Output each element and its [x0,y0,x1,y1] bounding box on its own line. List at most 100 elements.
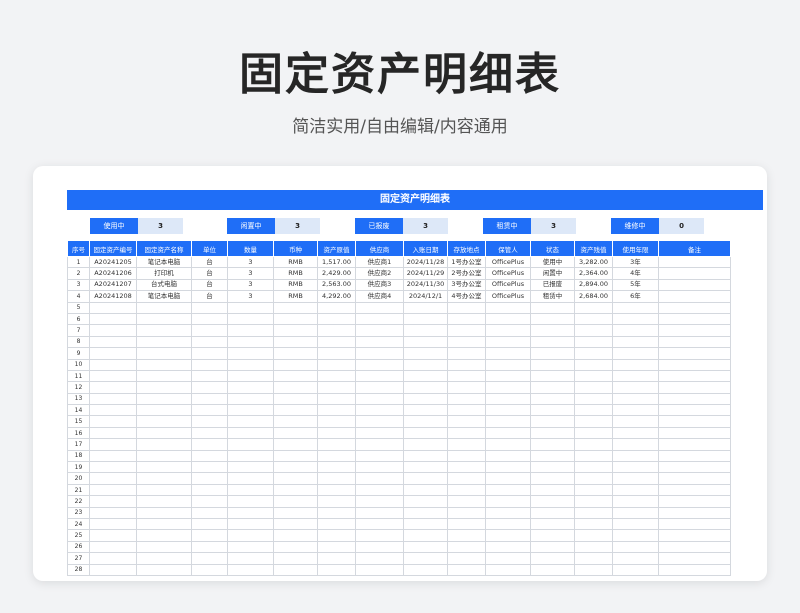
table-cell[interactable] [612,529,659,542]
table-cell[interactable] [136,449,192,463]
table-cell[interactable] [447,552,486,565]
table-row[interactable]: 27 [67,552,731,565]
table-cell[interactable] [191,404,228,417]
table-cell[interactable]: 闲置中 [530,267,575,280]
table-cell[interactable] [447,438,486,451]
table-cell[interactable] [89,449,137,463]
table-cell[interactable] [447,563,486,576]
table-cell[interactable]: OfficePlus [485,255,531,269]
table-cell[interactable] [273,312,318,326]
table-cell[interactable]: 18 [67,449,90,463]
table-cell[interactable] [317,312,356,326]
table-cell[interactable] [191,529,228,542]
table-cell[interactable] [317,404,356,417]
table-cell[interactable] [403,347,448,360]
table-cell[interactable] [227,415,274,428]
column-header[interactable]: 单位 [191,240,228,257]
table-cell[interactable] [136,540,192,554]
column-header[interactable]: 状态 [530,240,575,257]
table-cell[interactable] [485,540,531,554]
table-cell[interactable] [317,552,356,565]
table-cell[interactable] [485,552,531,565]
table-cell[interactable] [612,472,659,485]
table-cell[interactable] [89,381,137,394]
table-cell[interactable] [485,347,531,360]
table-cell[interactable]: RMB [273,255,318,269]
table-cell[interactable] [273,426,318,440]
table-cell[interactable] [355,347,404,360]
table-cell[interactable] [317,347,356,360]
table-cell[interactable]: 2024/11/30 [403,278,448,292]
table-cell[interactable] [89,438,137,451]
table-cell[interactable] [530,495,575,508]
table-cell[interactable] [227,381,274,394]
table-cell[interactable] [191,552,228,565]
table-cell[interactable] [658,495,731,508]
table-cell[interactable] [191,449,228,463]
table-cell[interactable]: 2,563.00 [317,278,356,292]
table-cell[interactable] [317,426,356,440]
table-cell[interactable] [574,449,613,463]
table-cell[interactable] [89,461,137,474]
column-header[interactable]: 固定资产编号 [89,240,137,257]
table-cell[interactable]: 8 [67,335,90,349]
table-cell[interactable] [403,358,448,371]
table-cell[interactable] [658,483,731,497]
table-cell[interactable]: 4号办公室 [447,290,486,303]
table-cell[interactable] [530,563,575,576]
table-cell[interactable] [89,563,137,576]
table-cell[interactable] [227,449,274,463]
table-cell[interactable] [612,461,659,474]
table-cell[interactable] [612,369,659,383]
table-cell[interactable]: 使用中 [530,255,575,269]
table-cell[interactable] [89,335,137,349]
table-row[interactable]: 1 A20241205 笔记本电脑台 3 RMB 1,517.00 供应商1 2024/11/… [67,255,731,269]
table-cell[interactable] [403,404,448,417]
table-cell[interactable]: 1号办公室 [447,255,486,269]
table-cell[interactable] [317,506,356,520]
table-cell[interactable]: 台 [191,278,228,292]
table-cell[interactable]: 3 [67,278,90,292]
table-row[interactable]: 5 [67,301,731,314]
table-cell[interactable]: 租赁中 [530,290,575,303]
table-cell[interactable] [403,540,448,554]
table-cell[interactable] [447,312,486,326]
table-cell[interactable]: 供应商2 [355,267,404,280]
table-cell[interactable] [355,369,404,383]
table-cell[interactable] [136,529,192,542]
table-cell[interactable] [447,324,486,337]
table-cell[interactable] [136,301,192,314]
status-value-leased[interactable]: 3 [531,218,576,234]
table-cell[interactable] [612,540,659,554]
table-cell[interactable]: 3号办公室 [447,278,486,292]
table-cell[interactable] [530,312,575,326]
table-cell[interactable] [658,404,731,417]
table-cell[interactable]: 3 [227,290,274,303]
table-cell[interactable]: 笔记本电脑 [136,255,192,269]
column-header[interactable]: 资产残值 [574,240,613,257]
status-value-in-use[interactable]: 3 [138,218,183,234]
table-cell[interactable] [355,461,404,474]
table-cell[interactable] [403,552,448,565]
table-cell[interactable] [273,369,318,383]
table-cell[interactable] [485,495,531,508]
table-cell[interactable] [447,347,486,360]
table-cell[interactable] [574,381,613,394]
table-cell[interactable] [447,369,486,383]
table-cell[interactable] [89,347,137,360]
table-cell[interactable] [403,506,448,520]
table-cell[interactable] [447,392,486,406]
table-cell[interactable] [658,369,731,383]
table-cell[interactable] [447,517,486,531]
table-cell[interactable]: 22 [67,495,90,508]
table-cell[interactable] [227,563,274,576]
table-cell[interactable]: 2024/11/28 [403,255,448,269]
column-header[interactable]: 使用年限 [612,240,659,257]
table-cell[interactable]: 7 [67,324,90,337]
table-cell[interactable] [273,461,318,474]
table-cell[interactable] [530,506,575,520]
table-cell[interactable]: 6年 [612,290,659,303]
table-cell[interactable] [227,552,274,565]
table-cell[interactable] [191,392,228,406]
table-cell[interactable] [574,335,613,349]
